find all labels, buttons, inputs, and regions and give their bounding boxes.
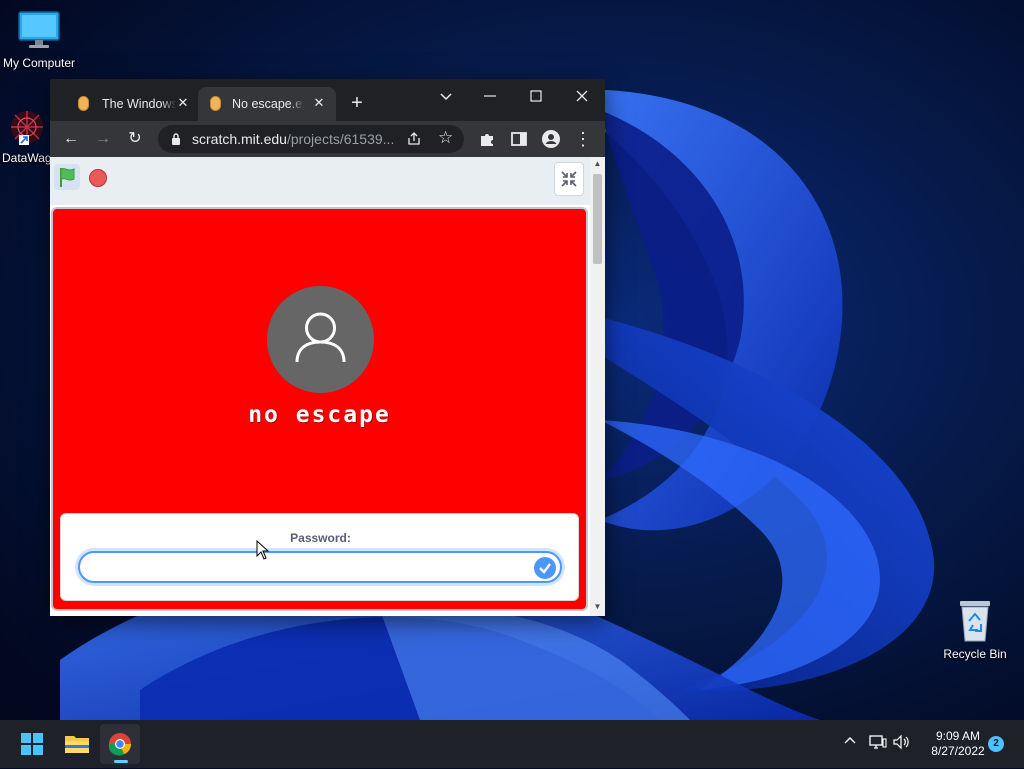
profile-icon[interactable] (540, 128, 562, 150)
reload-button[interactable]: ↻ (124, 128, 146, 150)
maximize-button[interactable] (525, 85, 547, 107)
password-input[interactable] (78, 551, 562, 583)
url-path: /projects/61539... (286, 131, 395, 147)
url-domain: scratch.mit.edu (192, 131, 287, 147)
shrink-icon (561, 171, 577, 187)
desktop-icon-label: Recycle Bin (943, 647, 1007, 661)
show-hidden-icons-chevron-icon[interactable] (842, 733, 858, 749)
minimize-button[interactable] (479, 85, 501, 107)
tab-no-escape[interactable]: No escape.exe ✕ (198, 87, 336, 121)
mouse-cursor-icon (256, 540, 270, 560)
ask-prompt-label: Password: (290, 531, 351, 545)
clock-time: 9:09 AM (935, 729, 981, 743)
scroll-thumb[interactable] (593, 174, 602, 264)
stage-header (50, 157, 590, 205)
url-text: scratch.mit.edu/projects/61539... (192, 131, 394, 147)
project-stage[interactable]: no escape Password: (51, 207, 588, 611)
desktop-icon-recycle-bin[interactable]: Recycle Bin (933, 597, 1017, 661)
network-icon[interactable] (868, 733, 888, 751)
file-explorer-button[interactable] (57, 724, 97, 764)
lock-icon (172, 133, 180, 145)
browser-window[interactable]: The Windows ✕ No escape.exe ✕ + ← → ↻ (50, 79, 605, 616)
browser-menu-button[interactable]: ⋮ (572, 128, 594, 150)
tab-the-windows[interactable]: The Windows ✕ (58, 87, 198, 121)
desktop-icon-label: My Computer (2, 56, 76, 70)
chrome-icon (108, 733, 132, 756)
taskbar: 9:09 AM 8/27/2022 (0, 720, 1024, 768)
page-scrollbar[interactable]: ▲ ▼ (590, 157, 605, 616)
side-panel-icon[interactable] (508, 128, 530, 150)
tab-title: No escape.exe (232, 97, 304, 111)
submit-answer-button[interactable] (534, 557, 556, 579)
close-tab-icon[interactable]: ✕ (309, 93, 329, 113)
puzzle-icon[interactable] (476, 128, 498, 150)
stop-button[interactable] (89, 169, 107, 187)
green-flag-icon (60, 168, 75, 187)
bookmark-star-icon[interactable]: ☆ (438, 128, 453, 148)
close-tab-icon[interactable]: ✕ (173, 93, 193, 113)
folder-icon (65, 736, 89, 753)
scratch-cat-icon (78, 96, 89, 111)
datawag-app-icon (11, 111, 43, 145)
address-bar[interactable]: scratch.mit.edu/projects/61539... ☆ (158, 125, 464, 153)
recycle-bin-icon (960, 601, 990, 642)
new-tab-button[interactable]: + (347, 93, 367, 113)
forward-button[interactable]: → (92, 128, 114, 150)
page-viewport: no escape Password: ▲ ▼ (50, 157, 605, 616)
desktop-icon-my-computer[interactable]: My Computer (0, 10, 81, 70)
monitor-icon (18, 11, 60, 48)
tab-title: The Windows (102, 97, 176, 111)
green-flag-button[interactable] (54, 164, 80, 190)
clock-date: 8/27/2022 (931, 744, 985, 758)
back-button[interactable]: ← (60, 128, 82, 150)
taskbar-clock[interactable]: 9:09 AM 8/27/2022 (917, 729, 999, 759)
checkmark-icon (539, 563, 551, 574)
close-window-button[interactable] (571, 85, 593, 107)
chrome-taskbar-button[interactable] (100, 724, 140, 764)
volume-icon[interactable] (892, 733, 912, 751)
stage-title-text: no escape (248, 402, 391, 428)
avatar (267, 286, 374, 393)
running-indicator (114, 760, 128, 763)
scroll-up-arrow-icon[interactable]: ▲ (593, 160, 602, 168)
windows-logo-icon (21, 733, 43, 755)
exit-fullscreen-button[interactable] (554, 162, 584, 196)
scroll-down-arrow-icon[interactable]: ▼ (593, 603, 602, 611)
share-icon[interactable] (406, 131, 422, 147)
ask-prompt-box: Password: (60, 513, 579, 601)
tab-search-chevron-icon[interactable] (435, 85, 457, 107)
start-button[interactable] (12, 724, 52, 764)
user-icon (295, 312, 346, 363)
notification-badge[interactable]: 2 (988, 736, 1004, 752)
tab-strip: The Windows ✕ No escape.exe ✕ + (50, 79, 605, 121)
scratch-cat-icon (210, 96, 221, 111)
browser-toolbar: ← → ↻ scratch.mit.edu/projects/61539... … (50, 121, 605, 157)
